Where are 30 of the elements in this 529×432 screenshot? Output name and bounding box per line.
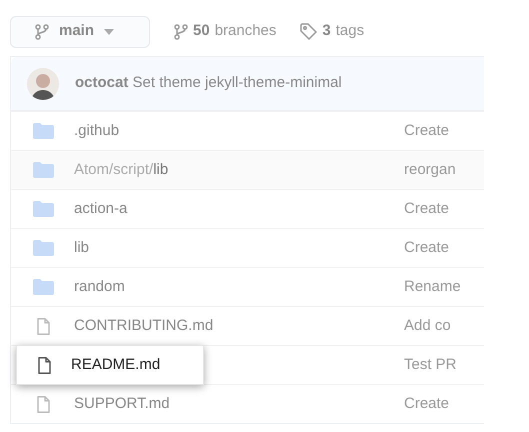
folder-icon [33,162,54,178]
commit-link[interactable]: Create [404,120,450,142]
folder-link[interactable]: random [74,276,125,298]
commit-link[interactable]: Create [404,392,450,416]
folder-icon [33,201,54,217]
folder-link[interactable]: lib [74,236,90,260]
commit-link[interactable]: Rename [404,276,461,298]
commit-message: octocat Set theme jekyll-theme-minimal [75,73,342,94]
file-link[interactable]: README.md [71,354,160,376]
commit-link[interactable]: Create [404,236,450,260]
folder-icon [33,240,54,256]
commit-link[interactable]: reorgan [404,158,456,182]
tag-icon [300,23,318,40]
folder-icon [33,123,54,139]
tags-link[interactable]: 3 tags [300,20,364,43]
branches-link[interactable]: 50 branches [174,20,276,43]
folder-link[interactable]: .github [74,120,120,142]
branch-selector[interactable]: main [10,16,150,48]
branch-icon [174,24,188,40]
branch-icon [35,24,49,40]
avatar [27,68,59,100]
file-link[interactable]: CONTRIBUTING.md [74,314,214,338]
commit-link[interactable]: Add co [404,314,451,338]
folder-icon [33,279,54,295]
commit-link[interactable]: Create [404,198,450,220]
folder-link[interactable]: Atom/script/lib [74,158,168,182]
commit-link[interactable]: Test PR [404,354,457,376]
file-link[interactable]: SUPPORT.md [74,392,170,416]
folder-link[interactable]: action-a [74,198,128,220]
caret-icon [104,28,114,34]
